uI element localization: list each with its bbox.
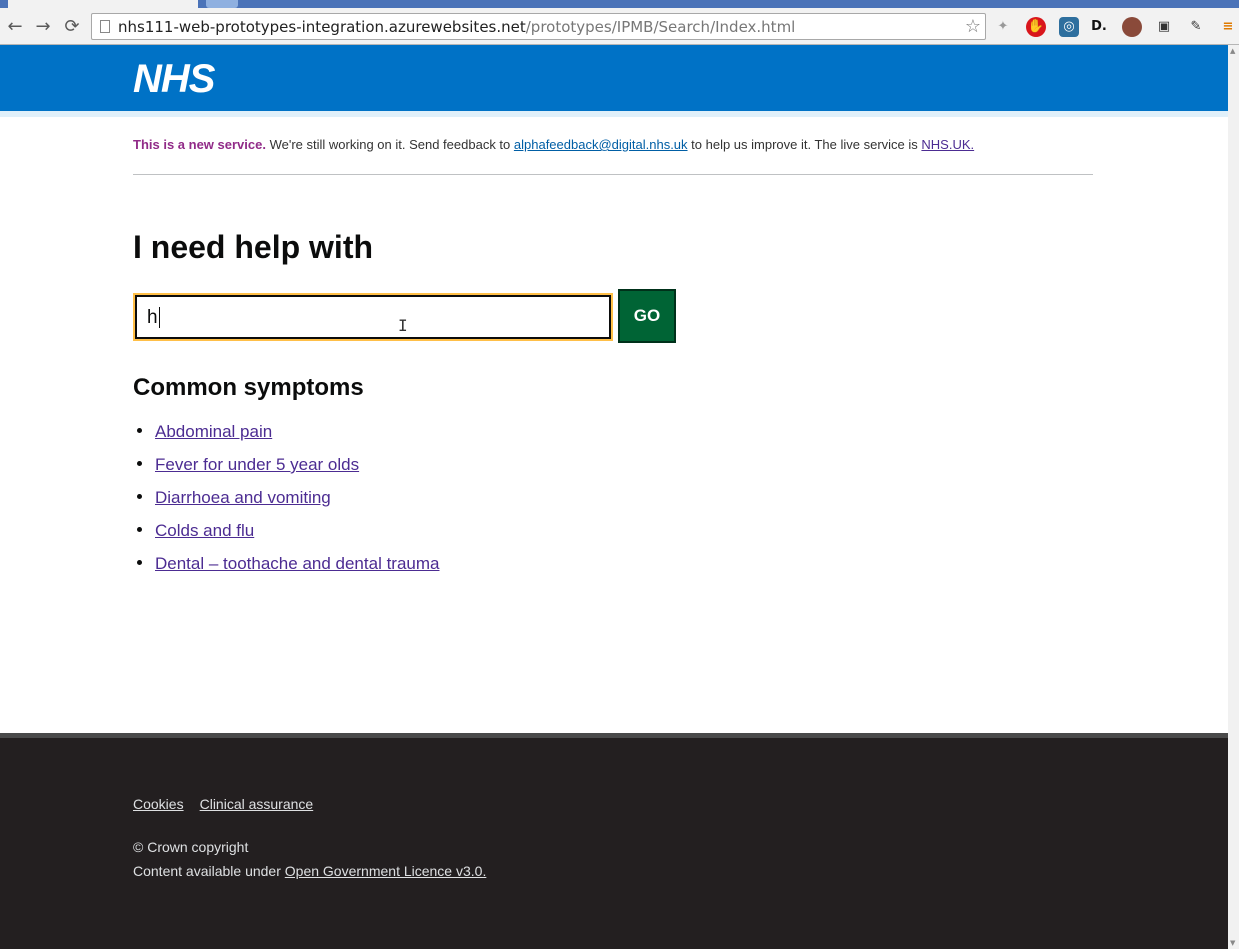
extension-pen-icon[interactable]: ✎ [1186, 17, 1206, 37]
vertical-scrollbar[interactable]: ▲ ▼ [1228, 45, 1239, 949]
nhs-header: NHS [0, 45, 1228, 111]
menu-icon[interactable]: ≡ [1218, 17, 1238, 37]
nhs-uk-link[interactable]: NHS.UK. [921, 137, 974, 152]
bullet-icon [137, 461, 142, 466]
active-tab[interactable] [8, 0, 198, 8]
screenshot-icon[interactable]: ▣ [1154, 17, 1174, 37]
extension-puzzle-icon[interactable]: ✦ [993, 17, 1013, 37]
search-value: h [147, 307, 158, 328]
back-arrow-icon[interactable]: ← [5, 17, 25, 37]
page-icon [100, 20, 110, 33]
new-tab-button[interactable] [206, 0, 238, 8]
bullet-icon [137, 560, 142, 565]
forward-arrow-icon[interactable]: → [33, 17, 53, 37]
scroll-up-icon[interactable]: ▲ [1230, 47, 1235, 55]
symptom-link-diarrhoea[interactable]: Diarrhoea and vomiting [155, 488, 331, 507]
extension-wave-icon[interactable]: ◎ [1059, 17, 1079, 37]
page-title: I need help with [133, 229, 374, 265]
list-item: Colds and flu [133, 518, 439, 551]
copyright-text: © Crown copyright [133, 839, 249, 855]
url-text[interactable]: nhs111-web-prototypes-integration.azurew… [118, 18, 795, 36]
cookies-link[interactable]: Cookies [133, 796, 184, 812]
search-field[interactable]: h I [135, 295, 611, 339]
bullet-icon [137, 428, 142, 433]
ibeam-cursor-icon: I [398, 316, 408, 335]
address-bar[interactable]: nhs111-web-prototypes-integration.azurew… [91, 13, 986, 40]
page-footer: Cookies Clinical assurance © Crown copyri… [0, 733, 1228, 949]
symptom-link-fever[interactable]: Fever for under 5 year olds [155, 455, 359, 474]
licence-link[interactable]: Open Government Licence v3.0. [285, 863, 487, 879]
extension-d-icon[interactable]: D. [1089, 17, 1109, 37]
banner-tag: This is a new service. [133, 137, 266, 152]
nhs-logo[interactable]: NHS [133, 55, 215, 103]
banner-divider [133, 174, 1093, 175]
symptom-link-colds[interactable]: Colds and flu [155, 521, 254, 540]
bullet-icon [137, 494, 142, 499]
list-item: Abdominal pain [133, 419, 439, 452]
list-item: Diarrhoea and vomiting [133, 485, 439, 518]
licence-text: Content available under Open Government … [133, 862, 486, 880]
symptom-link-dental[interactable]: Dental – toothache and dental trauma [155, 554, 439, 573]
clinical-assurance-link[interactable]: Clinical assurance [200, 796, 314, 812]
bookmark-star-icon[interactable]: ☆ [965, 16, 981, 37]
footer-links: Cookies Clinical assurance [133, 796, 329, 812]
tab-strip [0, 0, 1239, 8]
banner-text: We're still working on it. Send feedback… [265, 137, 514, 152]
adblock-icon[interactable]: ✋ [1026, 17, 1046, 37]
page-viewport: NHS This is a new service. We're still w… [0, 45, 1228, 949]
go-button[interactable]: GO [618, 289, 676, 343]
scroll-down-icon[interactable]: ▼ [1230, 939, 1235, 947]
extension-circle-icon[interactable] [1122, 17, 1142, 37]
banner-text-middle: to help us improve it. The live service … [687, 137, 922, 152]
beta-banner: This is a new service. We're still worki… [133, 137, 974, 152]
list-item: Fever for under 5 year olds [133, 452, 439, 485]
bullet-icon [137, 527, 142, 532]
text-caret [159, 307, 160, 328]
common-symptoms-heading: Common symptoms [133, 374, 364, 401]
licence-prefix: Content available under [133, 863, 285, 879]
reload-icon[interactable]: ⟳ [62, 17, 82, 37]
browser-toolbar: ← → ⟳ nhs111-web-prototypes-integration.… [0, 8, 1239, 45]
symptom-link-abdominal-pain[interactable]: Abdominal pain [155, 422, 272, 441]
header-strip [0, 111, 1228, 117]
symptom-list: Abdominal pain Fever for under 5 year ol… [133, 419, 439, 584]
list-item: Dental – toothache and dental trauma [133, 551, 439, 584]
feedback-email-link[interactable]: alphafeedback@digital.nhs.uk [514, 137, 688, 152]
